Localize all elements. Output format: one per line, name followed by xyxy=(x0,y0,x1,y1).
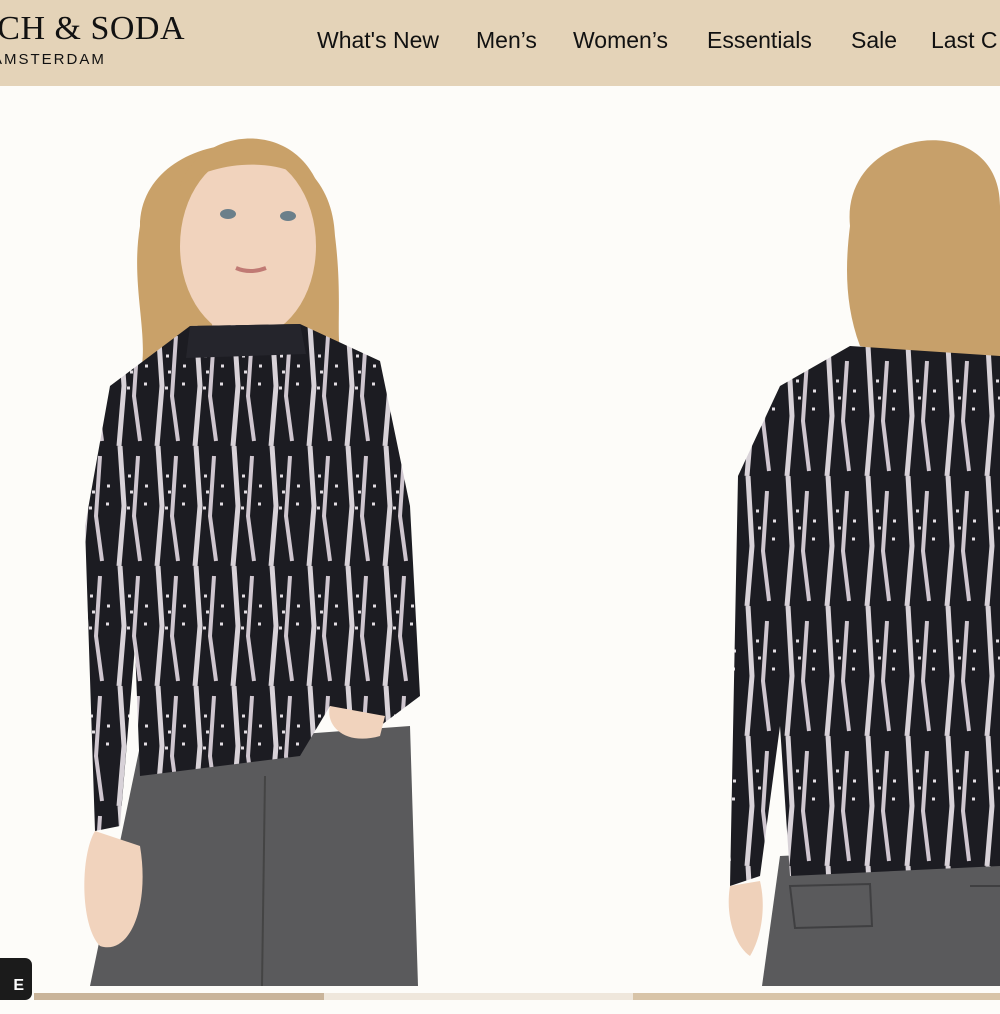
nav-item-sale[interactable]: Sale xyxy=(851,27,897,54)
nav-item-men[interactable]: Men’s xyxy=(476,27,537,54)
brand-logo[interactable]: TCH & SODA AMSTERDAM xyxy=(0,0,220,86)
product-image-back[interactable] xyxy=(700,86,1000,986)
nav-item-last-chance[interactable]: Last C xyxy=(931,27,997,54)
product-image-front[interactable] xyxy=(0,86,480,986)
brand-name: TCH & SODA xyxy=(0,10,186,47)
corner-badge[interactable]: E xyxy=(0,958,32,1000)
nav-item-essentials[interactable]: Essentials xyxy=(707,27,812,54)
thumbnail-strip xyxy=(34,993,1000,1000)
main-nav: What's New Men’s Women’s Essentials Sale… xyxy=(316,0,1000,86)
brand-subtitle: AMSTERDAM xyxy=(0,51,106,68)
nav-item-whats-new[interactable]: What's New xyxy=(317,27,439,54)
product-gallery xyxy=(0,86,1000,1000)
site-header: TCH & SODA AMSTERDAM What's New Men’s Wo… xyxy=(0,0,1000,86)
nav-item-women[interactable]: Women’s xyxy=(573,27,668,54)
